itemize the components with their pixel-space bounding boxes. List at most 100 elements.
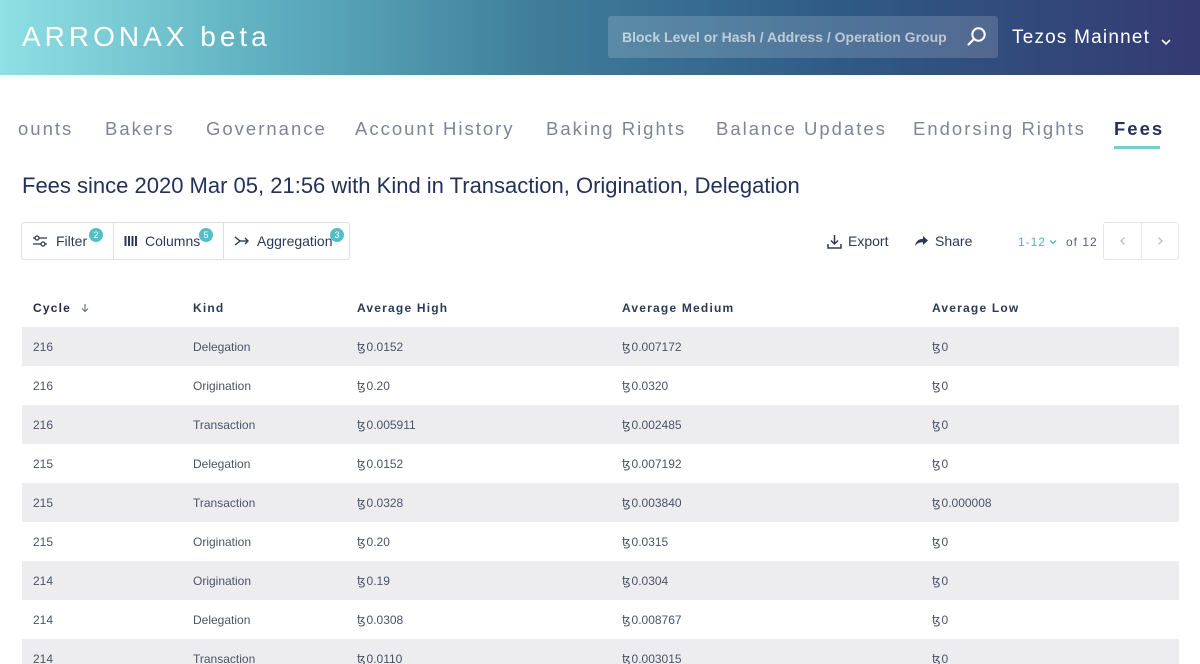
column-header-average-medium[interactable]: Average Medium [622, 301, 734, 315]
table-body: 216 Delegation ꜩ0.0152 ꜩ0.007172 ꜩ0 216 Origin… [22, 327, 1179, 664]
cell-average-medium-value: 0.003015 [631, 652, 682, 664]
prev-page-button[interactable] [1104, 223, 1141, 259]
tab-baking-rights[interactable]: Baking Rights [546, 118, 686, 140]
tez-symbol-icon: ꜩ [622, 574, 631, 588]
tab-governance[interactable]: Governance [206, 118, 327, 140]
table-row[interactable]: 214 Origination ꜩ0.19 ꜩ0.0304 ꜩ0 [22, 561, 1179, 600]
tab-fees[interactable]: Fees [1114, 118, 1164, 140]
cell-average-low: ꜩ0 [932, 574, 948, 588]
cell-average-low-value: 0 [941, 457, 949, 471]
cell-average-low-value: 0 [941, 652, 949, 664]
chevron-left-icon [1119, 237, 1125, 245]
aggregation-button[interactable]: Aggregation 3 [223, 223, 349, 259]
cell-average-medium: ꜩ0.008767 [622, 613, 682, 627]
aggregation-count-badge: 3 [330, 228, 344, 242]
cell-kind-value: Delegation [193, 340, 251, 354]
cell-average-high: ꜩ0.0308 [357, 613, 403, 627]
cell-average-medium: ꜩ0.0320 [622, 379, 668, 393]
pagination-nav [1103, 222, 1179, 260]
table-row[interactable]: 216 Transaction ꜩ0.005911 ꜩ0.002485 ꜩ0 [22, 405, 1179, 444]
table-row[interactable]: 215 Transaction ꜩ0.0328 ꜩ0.003840 ꜩ0.000008 [22, 483, 1179, 522]
table-row[interactable]: 216 Delegation ꜩ0.0152 ꜩ0.007172 ꜩ0 [22, 327, 1179, 366]
export-button[interactable]: Export [827, 233, 888, 249]
entity-tabs: ounts Bakers Governance Account History … [0, 118, 1200, 154]
filter-button[interactable]: Filter 2 [22, 223, 113, 259]
cell-cycle-value: 216 [33, 379, 54, 393]
cell-average-high-value: 0.0308 [366, 613, 404, 627]
tab-accounts[interactable]: ounts [18, 118, 73, 140]
cell-average-medium-value: 0.0315 [631, 535, 669, 549]
tab-bakers[interactable]: Bakers [105, 118, 175, 140]
cell-average-low-value: 0.000008 [941, 496, 992, 510]
search-icon[interactable] [966, 26, 988, 48]
cell-cycle: 215 [33, 457, 53, 471]
cell-kind: Origination [193, 535, 251, 549]
share-button[interactable]: Share [914, 233, 972, 249]
cell-cycle: 216 [33, 340, 53, 354]
tez-symbol-icon: ꜩ [932, 574, 941, 588]
table-row[interactable]: 215 Delegation ꜩ0.0152 ꜩ0.007192 ꜩ0 [22, 444, 1179, 483]
cell-average-high-value: 0.20 [366, 535, 390, 549]
page-size-selector[interactable]: 1-12 [1018, 235, 1058, 249]
table-row[interactable]: 216 Origination ꜩ0.20 ꜩ0.0320 ꜩ0 [22, 366, 1179, 405]
chevron-down-icon [1049, 240, 1057, 245]
cell-cycle: 216 [33, 379, 53, 393]
page-total-label: of 12 [1066, 235, 1098, 249]
cell-cycle-value: 214 [33, 574, 54, 588]
tez-symbol-icon: ꜩ [932, 535, 941, 549]
column-header-label: Cycle [33, 301, 72, 315]
cell-average-medium-value: 0.003840 [631, 496, 682, 510]
cell-cycle-value: 215 [33, 535, 54, 549]
next-page-button[interactable] [1141, 223, 1178, 259]
merge-icon [234, 236, 249, 246]
column-header-cycle[interactable]: Cycle [33, 301, 90, 315]
cell-average-high: ꜩ0.0328 [357, 496, 403, 510]
tez-symbol-icon: ꜩ [357, 379, 366, 393]
cell-cycle-value: 214 [33, 613, 54, 627]
tab-endorsing-rights[interactable]: Endorsing Rights [913, 118, 1086, 140]
tab-balance-updates[interactable]: Balance Updates [716, 118, 887, 140]
table-row[interactable]: 214 Transaction ꜩ0.0110 ꜩ0.003015 ꜩ0 [22, 639, 1179, 664]
cell-kind-value: Transaction [193, 418, 256, 432]
cell-average-high: ꜩ0.005911 [357, 418, 416, 432]
cell-average-low-value: 0 [941, 613, 949, 627]
tez-symbol-icon: ꜩ [357, 535, 366, 549]
app-logo[interactable]: ARRONAX beta [22, 21, 271, 53]
tez-symbol-icon: ꜩ [932, 457, 941, 471]
cell-cycle-value: 214 [33, 652, 54, 664]
column-header-kind[interactable]: Kind [193, 301, 224, 315]
cell-kind: Delegation [193, 457, 250, 471]
cell-cycle-value: 215 [33, 496, 54, 510]
fees-table: Cycle Kind Average High Average Medium A… [22, 288, 1179, 664]
tez-symbol-icon: ꜩ [622, 652, 631, 664]
tez-symbol-icon: ꜩ [932, 379, 941, 393]
cell-average-high: ꜩ0.0110 [357, 652, 402, 664]
cell-average-medium-value: 0.008767 [631, 613, 682, 627]
cell-average-high-value: 0.19 [366, 574, 390, 588]
tab-account-history[interactable]: Account History [355, 118, 515, 140]
table-row[interactable]: 214 Delegation ꜩ0.0308 ꜩ0.008767 ꜩ0 [22, 600, 1179, 639]
cell-average-medium: ꜩ0.007172 [622, 340, 682, 354]
cell-kind-value: Origination [193, 379, 252, 393]
cell-average-low-value: 0 [941, 418, 949, 432]
network-selector[interactable]: Tezos Mainnet [1012, 27, 1172, 49]
column-header-average-high[interactable]: Average High [357, 301, 448, 315]
columns-button[interactable]: Columns 5 [113, 223, 223, 259]
chevron-right-icon [1158, 237, 1163, 245]
cell-kind: Transaction [193, 652, 255, 664]
cell-average-medium-value: 0.002485 [631, 418, 682, 432]
active-tab-indicator [1114, 146, 1160, 149]
column-header-average-low[interactable]: Average Low [932, 301, 1019, 315]
cell-average-low: ꜩ0 [932, 613, 948, 627]
cell-kind: Transaction [193, 496, 255, 510]
search-input[interactable] [608, 16, 958, 58]
cell-average-high-value: 0.20 [366, 379, 390, 393]
tez-symbol-icon: ꜩ [357, 613, 366, 627]
cell-average-medium-value: 0.0320 [631, 379, 669, 393]
cell-average-medium: ꜩ0.0315 [622, 535, 668, 549]
cell-kind: Transaction [193, 418, 255, 432]
table-row[interactable]: 215 Origination ꜩ0.20 ꜩ0.0315 ꜩ0 [22, 522, 1179, 561]
columns-icon [124, 236, 137, 246]
tez-symbol-icon: ꜩ [932, 496, 941, 510]
cell-average-high-value: 0.0328 [366, 496, 404, 510]
